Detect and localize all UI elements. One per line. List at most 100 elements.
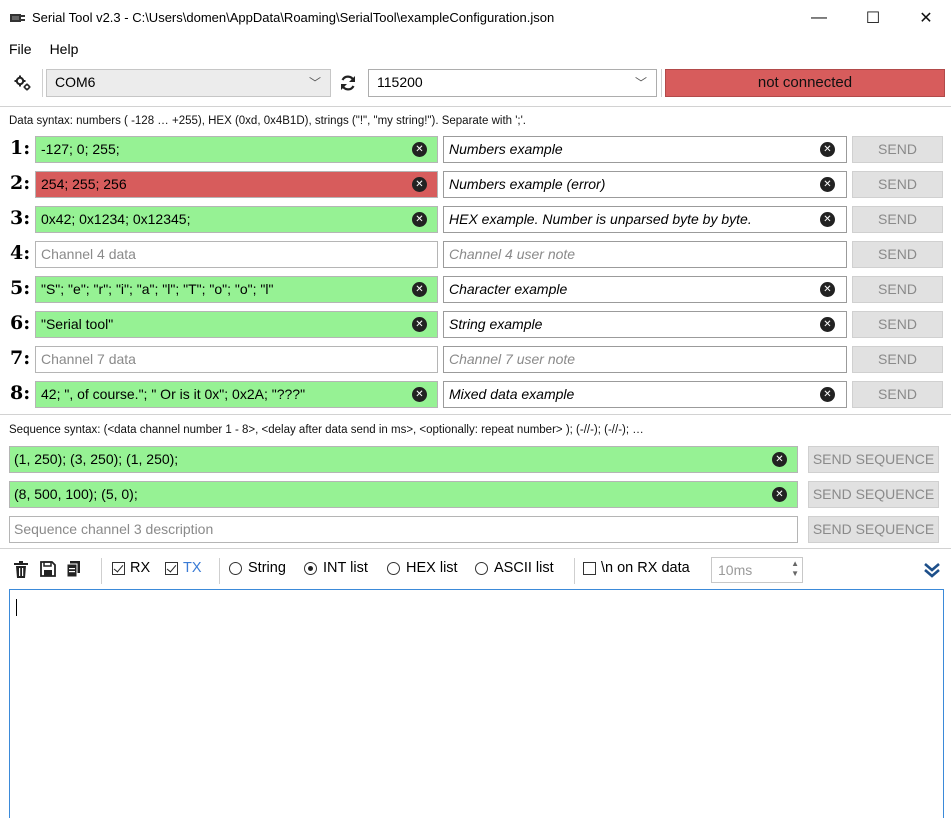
clear-data-icon[interactable]: ✕ [412, 387, 427, 402]
channel-note-value: Mixed data example [449, 386, 575, 402]
radio-off-icon [475, 561, 488, 575]
clear-data-icon[interactable]: ✕ [412, 282, 427, 297]
connection-status-button[interactable]: not connected [665, 69, 945, 97]
clear-note-icon[interactable]: ✕ [820, 212, 835, 227]
clear-note-icon[interactable]: ✕ [820, 317, 835, 332]
channel-data-value: -127; 0; 255; [41, 141, 120, 157]
channel-note-value: Character example [449, 281, 568, 297]
channel-data-value: 254; 255; 256 [41, 176, 127, 192]
clear-sequence-icon[interactable]: ✕ [772, 487, 787, 502]
channel-row: 6: "Serial tool" ✕ String example ✕ SEND [0, 311, 951, 340]
format-ascii-radio[interactable]: ASCII list [475, 560, 554, 576]
channel-data-input[interactable]: "S"; "e"; "r"; "i"; "a"; "l"; "T"; "o"; … [35, 276, 438, 303]
channel-note-placeholder: Channel 7 user note [449, 351, 576, 367]
channel-data-value: 0x42; 0x1234; 0x12345; [41, 211, 191, 227]
divider [0, 106, 951, 107]
baudrate-select[interactable]: 115200 ﹀ [368, 69, 657, 97]
clear-sequence-icon[interactable]: ✕ [772, 452, 787, 467]
channel-note-placeholder: Channel 4 user note [449, 246, 576, 262]
channel-number: 1: [10, 137, 31, 159]
clear-data-icon[interactable]: ✕ [412, 212, 427, 227]
close-button[interactable]: ✕ [903, 0, 949, 36]
rx-checkbox[interactable]: RX [112, 560, 150, 576]
clear-note-icon[interactable]: ✕ [820, 387, 835, 402]
clear-note-icon[interactable]: ✕ [820, 177, 835, 192]
channel-data-input[interactable]: "Serial tool" [35, 311, 438, 338]
channel-row: 2: 254; 255; 256 ✕ Numbers example (error) ✕… [0, 171, 951, 200]
port-value: COM6 [55, 74, 96, 90]
channel-data-input[interactable]: 254; 255; 256 [35, 171, 438, 198]
port-select[interactable]: COM6 ﹀ [46, 69, 331, 97]
tx-checkbox[interactable]: TX [165, 560, 202, 576]
channel-number: 4: [10, 242, 31, 264]
channel-number: 5: [10, 277, 31, 299]
sequence-value: (8, 500, 100); (5, 0); [14, 486, 138, 502]
spin-arrows-icon[interactable]: ▲ ▼ [791, 559, 799, 579]
sequence-input[interactable]: Sequence channel 3 description [9, 516, 798, 543]
toolbar-separator [661, 69, 662, 97]
channel-data-value: "S"; "e"; "r"; "i"; "a"; "l"; "T"; "o"; … [41, 281, 274, 297]
sequence-input[interactable]: (1, 250); (3, 250); (1, 250); [9, 446, 798, 473]
send-button[interactable]: SEND [852, 206, 943, 233]
send-sequence-button[interactable]: SEND SEQUENCE [808, 516, 939, 543]
channel-row: 5: "S"; "e"; "r"; "i"; "a"; "l"; "T"; "o"… [0, 276, 951, 305]
refresh-ports-button[interactable] [335, 69, 361, 97]
minimize-button[interactable]: — [796, 0, 842, 36]
clear-log-button[interactable] [14, 561, 28, 578]
channel-number: 2: [10, 172, 31, 194]
menu-help[interactable]: Help [41, 38, 88, 60]
clear-note-icon[interactable]: ✕ [820, 142, 835, 157]
send-button[interactable]: SEND [852, 276, 943, 303]
clear-data-icon[interactable]: ✕ [412, 177, 427, 192]
channel-note-input[interactable]: Character example [443, 276, 847, 303]
format-string-radio[interactable]: String [229, 560, 286, 576]
channel-note-input[interactable]: String example [443, 311, 847, 338]
chevron-down-icon: ﹀ [308, 76, 321, 90]
channel-note-input[interactable]: Channel 7 user note [443, 346, 847, 373]
gears-icon [14, 75, 31, 91]
checkbox-unchecked-icon [583, 561, 596, 575]
checkbox-checked-icon [165, 561, 178, 575]
send-sequence-button[interactable]: SEND SEQUENCE [808, 481, 939, 508]
channel-note-input[interactable]: Channel 4 user note [443, 241, 847, 268]
double-chevron-down-icon [924, 563, 940, 578]
channel-number: 7: [10, 347, 31, 369]
trash-icon [14, 561, 28, 578]
send-button[interactable]: SEND [852, 241, 943, 268]
channel-note-input[interactable]: Mixed data example [443, 381, 847, 408]
channel-data-input[interactable]: Channel 4 data [35, 241, 438, 268]
channel-note-input[interactable]: Numbers example (error) [443, 171, 847, 198]
timeout-spinbox[interactable]: 10ms ▲ ▼ [711, 557, 803, 583]
send-button[interactable]: SEND [852, 381, 943, 408]
chevron-down-icon: ﹀ [634, 76, 647, 90]
copy-log-button[interactable] [66, 561, 81, 577]
settings-button[interactable] [8, 69, 38, 97]
newline-rx-checkbox[interactable]: \n on RX data [583, 560, 690, 576]
app-icon [10, 14, 25, 22]
clear-data-icon[interactable]: ✕ [412, 317, 427, 332]
maximize-button[interactable]: ☐ [850, 0, 896, 36]
channel-data-input[interactable]: 42; ", of course."; " Or is it 0x"; 0x2A… [35, 381, 438, 408]
format-hex-radio[interactable]: HEX list [387, 560, 458, 576]
send-button[interactable]: SEND [852, 171, 943, 198]
format-ascii-label: ASCII list [494, 560, 554, 576]
save-log-button[interactable] [40, 561, 56, 577]
send-sequence-button[interactable]: SEND SEQUENCE [808, 446, 939, 473]
channel-data-input[interactable]: 0x42; 0x1234; 0x12345; [35, 206, 438, 233]
send-button[interactable]: SEND [852, 311, 943, 338]
log-output[interactable] [9, 589, 944, 818]
clear-note-icon[interactable]: ✕ [820, 282, 835, 297]
channel-note-input[interactable]: Numbers example [443, 136, 847, 163]
toolbar-separator [101, 558, 102, 584]
clear-data-icon[interactable]: ✕ [412, 142, 427, 157]
menu-file[interactable]: File [0, 38, 41, 60]
channel-note-input[interactable]: HEX example. Number is unparsed byte by … [443, 206, 847, 233]
sequence-input[interactable]: (8, 500, 100); (5, 0); [9, 481, 798, 508]
window-title: Serial Tool v2.3 - C:\Users\domen\AppDat… [32, 10, 555, 25]
channel-data-input[interactable]: Channel 7 data [35, 346, 438, 373]
collapse-button[interactable] [920, 559, 944, 581]
send-button[interactable]: SEND [852, 136, 943, 163]
channel-data-input[interactable]: -127; 0; 255; [35, 136, 438, 163]
send-button[interactable]: SEND [852, 346, 943, 373]
format-int-radio[interactable]: INT list [304, 560, 368, 576]
